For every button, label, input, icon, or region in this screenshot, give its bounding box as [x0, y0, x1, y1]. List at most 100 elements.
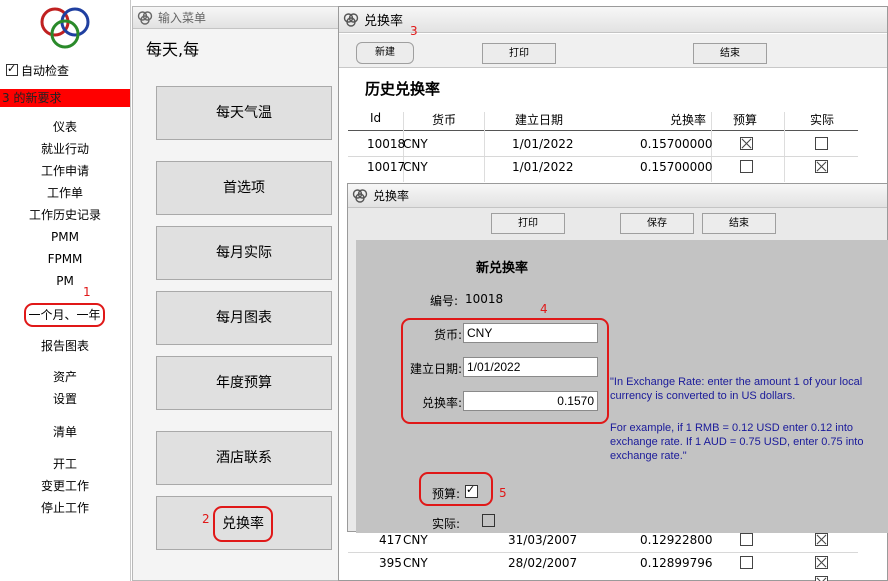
- preferences-button[interactable]: 首选项: [156, 161, 332, 215]
- rate-label: 兑换率:: [421, 396, 462, 410]
- sidebar-item-dashboard[interactable]: 仪表: [0, 118, 130, 136]
- sidebar-item-work-request[interactable]: 工作申请: [0, 162, 130, 180]
- exchange-rate-button-label[interactable]: 兑换率: [213, 506, 273, 542]
- monthly-chart-button[interactable]: 每月图表: [156, 291, 332, 345]
- sidebar-item-settings[interactable]: 设置: [0, 390, 130, 408]
- dialog-save-button[interactable]: 保存: [620, 213, 694, 234]
- date-label: 建立日期:: [409, 362, 462, 376]
- sidebar-item-start-work[interactable]: 开工: [0, 455, 130, 473]
- app-icon: [352, 188, 368, 203]
- row-actual-checkbox: [815, 576, 828, 581]
- number-label: 编号:: [429, 294, 458, 308]
- sidebar-item-checklist[interactable]: 清单: [0, 423, 130, 441]
- auto-check-toggle[interactable]: 自动检查: [6, 62, 69, 78]
- sidebar-item-month-year[interactable]: 一个月、一年: [24, 303, 105, 327]
- sidebar-item-work-history[interactable]: 工作历史记录: [0, 206, 130, 224]
- currency-label: 货币:: [433, 328, 462, 342]
- table-row[interactable]: 395 CNY 28/02/2007 0.12899796: [348, 553, 858, 575]
- new-rate-title: 兑换率: [373, 189, 410, 203]
- daily-temperature-button[interactable]: 每天气温: [156, 86, 332, 140]
- row-actual-checkbox[interactable]: [815, 137, 828, 150]
- budget-checkbox[interactable]: [465, 483, 478, 498]
- auto-check-label: 自动检查: [21, 63, 70, 78]
- annotation-number-5: 5: [499, 486, 507, 500]
- hotel-contacts-button[interactable]: 酒店联系: [156, 431, 332, 485]
- new-rate-heading: 新兑换率: [476, 261, 529, 276]
- sidebar-item-assets[interactable]: 资产: [0, 368, 130, 386]
- exchange-rate-example-note: For example, if 1 RMB = 0.12 USD enter 0…: [610, 422, 864, 462]
- sidebar-item-work-order[interactable]: 工作单: [0, 184, 130, 202]
- row-currency: CNY: [403, 556, 428, 570]
- row-date: 1/01/2022: [512, 137, 574, 151]
- actual-label: 实际:: [431, 517, 460, 531]
- new-requests-banner[interactable]: 3 的新要求: [0, 89, 130, 107]
- left-sidebar: 自动检查 3 的新要求 仪表 就业行动 工作申请 工作单 工作历史记录 PMM …: [0, 0, 131, 581]
- table-row[interactable]: 10018 CNY 1/01/2022 0.15700000: [348, 134, 858, 156]
- actual-checkbox[interactable]: [481, 514, 495, 527]
- sidebar-item-stop-work[interactable]: 停止工作: [0, 499, 130, 517]
- annotation-number-2: 2: [202, 512, 210, 526]
- column-header-budget: 预算: [733, 113, 758, 127]
- date-field[interactable]: 1/01/2022: [463, 357, 598, 377]
- exchange-rate-titlebar[interactable]: 兑换率: [339, 7, 887, 33]
- row-rate: 0.15700000: [640, 160, 713, 174]
- sidebar-item-fpmm[interactable]: FPMM: [0, 250, 130, 268]
- rate-field[interactable]: 0.1570: [463, 391, 598, 411]
- row-budget-checkbox[interactable]: [740, 137, 753, 150]
- sidebar-item-employment-action[interactable]: 就业行动: [0, 140, 130, 158]
- column-header-date: 建立日期: [515, 113, 564, 127]
- table-row[interactable]: 10017 CNY 1/01/2022 0.15700000: [348, 157, 858, 179]
- app-icon: [343, 12, 359, 27]
- table-row[interactable]: 417 CNY 31/03/2007 0.12922800: [348, 530, 858, 552]
- sidebar-item-report-charts[interactable]: 报告图表: [0, 337, 130, 355]
- exchange-rate-toolbar: [339, 34, 887, 68]
- row-budget-checkbox[interactable]: [740, 556, 753, 569]
- input-menu-titlebar[interactable]: 输入菜单: [133, 7, 343, 29]
- input-menu-banner: 每天,每: [146, 40, 200, 59]
- new-rate-titlebar[interactable]: 兑换率: [348, 184, 887, 208]
- monthly-actual-button[interactable]: 每月实际: [156, 226, 332, 280]
- row-rate: 0.12899796: [640, 556, 713, 570]
- sidebar-item-pmm[interactable]: PMM: [0, 228, 130, 246]
- exchange-rate-help-note: "In Exchange Rate: enter the amount 1 of…: [610, 376, 863, 402]
- row-date: 1/01/2022: [512, 160, 574, 174]
- row-actual-checkbox[interactable]: [815, 556, 828, 569]
- column-header-rate: 兑换率: [670, 113, 707, 127]
- row-currency: CNY: [403, 533, 428, 547]
- sidebar-item-pm[interactable]: PM: [0, 272, 130, 290]
- column-header-currency: 货币: [432, 113, 457, 127]
- row-budget-checkbox[interactable]: [740, 533, 753, 546]
- column-header-actual: 实际: [810, 113, 835, 127]
- currency-field[interactable]: CNY: [463, 323, 598, 343]
- row-currency: CNY: [403, 160, 428, 174]
- dialog-end-button[interactable]: 结束: [702, 213, 776, 234]
- end-button[interactable]: 结束: [693, 43, 767, 64]
- number-value: 10018: [465, 292, 504, 306]
- annotation-number-4: 4: [540, 302, 548, 316]
- dialog-print-button[interactable]: 打印: [491, 213, 565, 234]
- column-header-id: Id: [370, 111, 382, 125]
- annotation-number-3: 3: [410, 24, 418, 38]
- app-logo-icon: [40, 7, 90, 49]
- table-row-partial: [348, 575, 858, 581]
- exchange-rate-title: 兑换率: [364, 14, 404, 29]
- row-rate: 0.15700000: [640, 137, 713, 151]
- sidebar-item-change-work[interactable]: 变更工作: [0, 477, 130, 495]
- row-currency: CNY: [403, 137, 428, 151]
- history-section-title: 历史兑换率: [365, 80, 441, 98]
- row-id: 395: [379, 556, 402, 570]
- row-actual-checkbox[interactable]: [815, 533, 828, 546]
- new-button[interactable]: 新建: [356, 42, 414, 64]
- row-rate: 0.12922800: [640, 533, 713, 547]
- header-underline: [348, 130, 858, 131]
- row-id: 417: [379, 533, 402, 547]
- row-actual-checkbox[interactable]: [815, 160, 828, 173]
- annotation-number-1: 1: [83, 285, 91, 299]
- print-button[interactable]: 打印: [482, 43, 556, 64]
- row-date: 28/02/2007: [508, 556, 578, 570]
- input-menu-title: 输入菜单: [158, 11, 207, 25]
- row-budget-checkbox[interactable]: [740, 160, 753, 173]
- annual-budget-button[interactable]: 年度预算: [156, 356, 332, 410]
- auto-check-checkbox[interactable]: [6, 62, 18, 76]
- row-id: 10018: [367, 137, 406, 151]
